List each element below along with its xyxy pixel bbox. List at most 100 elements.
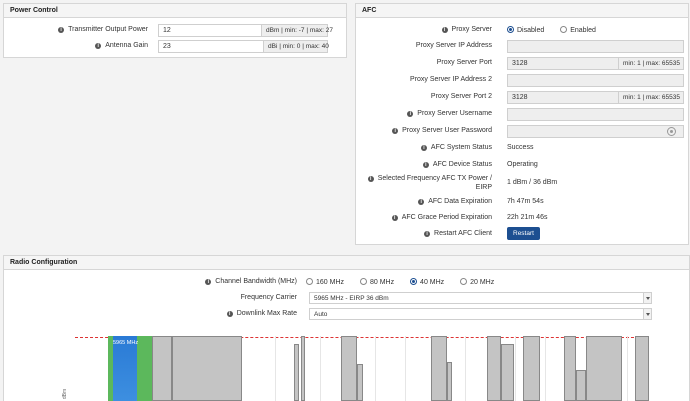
restart-afc-label: Restart AFC Client [434,230,492,237]
info-icon[interactable]: i [391,215,398,221]
afc-panel: AFC i Proxy Server Disabled Enabled Proxy… [355,3,689,245]
proxy-ip-label: Proxy Server IP Address [415,42,492,49]
chart-yaxis: dBm 35 25 [62,336,90,401]
antenna-gain-input[interactable]: 23 [158,40,264,53]
chart-occupied-channel[interactable] [152,336,172,401]
afc-data-exp-label: AFC Data Expiration [428,198,492,205]
bandwidth-radio-group: 160 MHz 80 MHz 40 MHz 20 MHz [306,278,508,286]
chart-occupied-channel[interactable] [564,336,576,401]
radio-selected-icon [410,278,418,285]
chart-grid-line [275,336,276,401]
proxy-port2-input[interactable]: 3128 [507,91,619,104]
radio-config-title: Radio Configuration [4,256,689,270]
proxy-ip2-label: Proxy Server IP Address 2 [410,76,492,83]
bw-20-option[interactable]: 20 MHz [460,278,494,286]
radio-icon [560,26,568,33]
restart-afc-button[interactable]: Restart [507,227,540,240]
info-icon[interactable]: i [407,111,414,117]
afc-grace-exp-label: AFC Grace Period Expiration [401,214,492,221]
info-icon[interactable]: i [441,27,448,33]
power-control-title: Power Control [4,4,346,18]
chart-occupied-channel[interactable] [172,336,242,401]
chart-occupied-channel[interactable] [501,344,514,401]
proxy-ip2-input[interactable] [507,74,684,87]
chart-grid-line [465,336,466,401]
proxy-port-unit: min: 1 | max: 65535 [619,57,684,70]
info-icon[interactable]: i [95,43,102,49]
afc-data-exp-value: 7h 47m 54s [507,198,544,205]
antenna-gain-label: Antenna Gain [105,42,148,49]
chevron-down-icon [643,293,651,303]
info-icon[interactable]: i [420,145,427,151]
info-icon[interactable]: i [367,176,374,182]
afc-title: AFC [356,4,688,18]
afc-device-status-value: Operating [507,161,538,168]
chart-occupied-channel[interactable] [487,336,501,401]
chart-grid-line [375,336,376,401]
proxy-username-input[interactable] [507,108,684,121]
proxy-pass-label: Proxy Server User Password [402,127,492,134]
selected-freq-label-2: EIRP [475,184,492,191]
chart-grid-line [627,336,628,401]
chart-occupied-channel[interactable] [357,364,363,401]
downlink-max-rate-select[interactable]: Auto [309,308,652,320]
proxy-server-radio-group: Disabled Enabled [507,26,610,34]
proxy-port-label: Proxy Server Port [436,59,492,66]
proxy-server-label: Proxy Server [451,26,492,33]
chart-grid-line [320,336,321,401]
info-icon[interactable]: i [418,199,425,205]
chart-occupied-channel[interactable] [523,336,540,401]
chart-occupied-channel[interactable] [301,336,305,401]
selected-freq-label-1: Selected Frequency AFC TX Power / [377,175,492,182]
bw-40-option[interactable]: 40 MHz [410,278,444,286]
proxy-port2-unit: min: 1 | max: 65535 [619,91,684,104]
info-icon[interactable]: i [205,279,212,285]
chart-ylabel: dBm [62,388,69,400]
afc-device-status-label: AFC Device Status [432,161,492,168]
chart-occupied-channel[interactable] [294,344,299,401]
info-icon[interactable]: i [392,128,399,134]
proxy-password-input[interactable] [507,125,684,138]
tx-power-input[interactable]: 12 [158,24,262,37]
info-icon[interactable]: i [422,162,429,168]
show-password-icon[interactable] [667,127,676,136]
chevron-down-icon [643,309,651,319]
info-icon[interactable]: i [226,311,233,317]
frequency-carrier-select[interactable]: 5965 MHz - EIRP 36 dBm [309,292,652,304]
channel-bandwidth-label: Channel Bandwidth (MHz) [215,278,297,285]
selected-freq-value: 1 dBm / 36 dBm [507,179,558,186]
radio-icon [359,278,367,285]
chart-occupied-channel[interactable] [431,336,447,401]
chart-occupied-channel[interactable] [576,370,586,401]
downlink-max-rate-label: Downlink Max Rate [236,310,297,317]
chart-grid-line [515,336,516,401]
info-icon[interactable]: i [58,27,65,33]
bw-160-option[interactable]: 160 MHz [306,278,344,286]
info-icon[interactable]: i [424,231,431,237]
radio-icon [306,278,313,285]
proxy-disabled-option[interactable]: Disabled [507,26,544,34]
chart-occupied-channel[interactable] [586,336,622,401]
afc-system-status-label: AFC System Status [430,144,492,151]
antenna-gain-unit: dBi | min: 0 | max: 40 [264,40,329,53]
chart-occupied-channel[interactable] [447,362,452,401]
chart-selected-label: 5965 MHz [113,340,139,346]
proxy-user-label: Proxy Server Username [417,110,492,117]
proxy-enabled-option[interactable]: Enabled [560,26,596,34]
tx-power-label: Transmitter Output Power [68,26,148,33]
proxy-ip-input[interactable] [507,40,684,53]
proxy-port-input[interactable]: 3128 [507,57,619,70]
tx-power-unit: dBm | min: -7 | max: 27 [262,24,333,37]
radio-icon [460,278,468,285]
chart-grid-line [405,336,406,401]
chart-occupied-channel[interactable] [341,336,357,401]
frequency-carrier-label: Frequency Carrier [240,294,297,301]
bw-80-option[interactable]: 80 MHz [359,278,394,286]
proxy-port2-label: Proxy Server Port 2 [430,93,492,100]
power-control-panel: Power Control i Transmitter Output Power … [3,3,347,58]
chart-occupied-channel[interactable] [635,336,649,401]
radio-selected-icon [507,26,514,33]
afc-system-status-value: Success [507,144,534,151]
afc-grace-exp-value: 22h 21m 46s [507,214,548,221]
spectrum-chart: 5965 MHz [75,336,649,401]
